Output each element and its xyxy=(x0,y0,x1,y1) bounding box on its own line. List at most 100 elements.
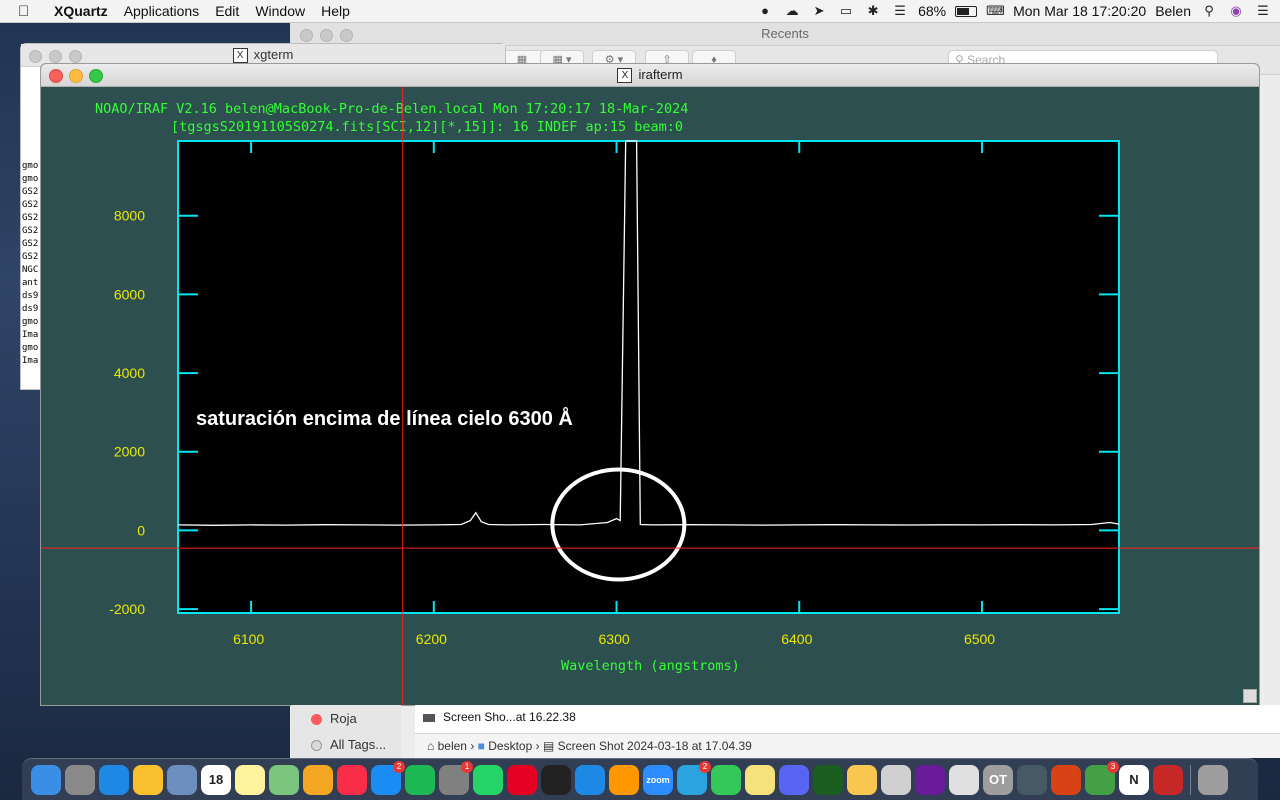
dock-photos-icon[interactable] xyxy=(303,764,333,795)
finder-minimize-button[interactable] xyxy=(320,29,333,42)
menu-window[interactable]: Window xyxy=(255,3,305,19)
telegram-status-icon[interactable]: ➤ xyxy=(810,3,828,19)
file-item[interactable]: Screen Sho...at 16.22.38 xyxy=(423,710,576,724)
resize-grip[interactable] xyxy=(1243,689,1257,703)
dock-notion-icon[interactable]: N xyxy=(1119,764,1149,795)
finder-content: Screen Sho...at 16.22.38 ⌂ belen › ■ Des… xyxy=(415,705,1280,758)
xgterm-minimize-button[interactable] xyxy=(49,50,62,63)
path-segment[interactable]: belen xyxy=(438,739,467,753)
spotlight-search-icon[interactable]: ⚲ xyxy=(1200,3,1218,19)
dock-sublime-icon[interactable] xyxy=(609,764,639,795)
dock-launchpad-icon[interactable] xyxy=(65,764,95,795)
battery-percent[interactable]: 68% xyxy=(918,3,946,19)
dock-script-app-icon[interactable] xyxy=(949,764,979,795)
dock-trash-icon[interactable] xyxy=(1198,764,1228,795)
terminal-line: GS2 xyxy=(22,213,39,223)
xgterm-output[interactable]: gmo gmo GS2 GS2 GS2 GS2 GS2 GS2 NGC ant ds9 ds9 gmo I… xyxy=(22,160,38,368)
terminal-line: GS2 xyxy=(22,187,39,197)
menu-help[interactable]: Help xyxy=(321,3,350,19)
y-tick-label: 6000 xyxy=(114,286,145,302)
tag-color-dot xyxy=(311,714,322,726)
dock-music-icon[interactable] xyxy=(337,764,367,795)
x11-icon: X xyxy=(232,48,248,64)
y-tick-labels: -2000 0 2000 4000 6000 8000 xyxy=(109,208,145,617)
plot-header-line2: [tgsgsS20191105S0274.fits[SCI,12][*,15]]… xyxy=(171,119,683,135)
tag-color-dot xyxy=(311,740,322,752)
finder-close-button[interactable] xyxy=(300,29,313,42)
dock-chrome-icon[interactable] xyxy=(133,764,163,795)
terminal-line: GS2 xyxy=(22,226,39,236)
airplay-icon[interactable]: ▭ xyxy=(837,3,855,19)
dock-preview-icon[interactable] xyxy=(167,764,197,795)
terminal-line: ant xyxy=(22,278,39,288)
dock-telescope-app-icon[interactable] xyxy=(1017,764,1047,795)
x-tick-labels: 6100 6200 6300 6400 6500 xyxy=(233,631,995,647)
dock-messages-icon[interactable] xyxy=(711,764,741,795)
dock-spotify-icon[interactable] xyxy=(405,764,435,795)
user-menu[interactable]: Belen xyxy=(1155,3,1191,19)
iraf-graphics-plot[interactable]: NOAO/IRAF V2.16 belen@MacBook-Pro-de-Bel… xyxy=(41,87,1259,705)
creative-cloud-icon[interactable]: ● xyxy=(756,3,774,19)
dock-activity-icon[interactable] xyxy=(813,764,843,795)
notification-badge: 3 xyxy=(1107,760,1119,773)
dock-microsoft-app-icon[interactable]: 3 xyxy=(1085,760,1119,795)
notification-badge: 2 xyxy=(393,760,405,773)
dock-ot-app-icon[interactable]: OT xyxy=(983,764,1013,795)
xgterm-zoom-button[interactable] xyxy=(69,50,82,63)
dock-safari-icon[interactable] xyxy=(99,764,129,795)
path-segment[interactable]: Desktop xyxy=(488,739,532,753)
terminal-line: gmo xyxy=(22,161,39,171)
dock-terminal-icon[interactable] xyxy=(541,764,571,795)
battery-icon[interactable] xyxy=(955,5,978,17)
irafterm-close-button[interactable] xyxy=(49,69,63,83)
xgterm-close-button[interactable] xyxy=(29,50,42,63)
sidebar-tag-roja[interactable]: Roja xyxy=(311,710,357,728)
wifi-icon[interactable]: ☰ xyxy=(891,3,909,19)
dock-stickies-icon[interactable] xyxy=(745,764,775,795)
dock-system-preferences-icon[interactable]: 1 xyxy=(439,760,473,795)
keyboard-icon[interactable]: ⌨ xyxy=(986,3,1005,19)
finder-zoom-button[interactable] xyxy=(340,29,353,42)
dock-discord-icon[interactable] xyxy=(779,764,809,795)
file-name: Screen Sho...at 16.22.38 xyxy=(443,710,576,724)
terminal-line: Ima xyxy=(22,330,39,340)
dock-galaxy-app-icon[interactable] xyxy=(915,764,945,795)
cloud-icon[interactable]: ☁ xyxy=(783,3,801,19)
apple-menu-icon[interactable]:  xyxy=(18,3,40,20)
path-segment[interactable]: Screen Shot 2024-03-18 at 17.04.39 xyxy=(558,739,752,753)
bluetooth-icon[interactable]: ✱ xyxy=(864,3,882,19)
sidebar-all-tags[interactable]: All Tags... xyxy=(311,736,386,754)
dock-whatsapp-icon[interactable] xyxy=(473,764,503,795)
dock-pinterest-icon[interactable] xyxy=(507,764,537,795)
dock-notes-icon[interactable] xyxy=(235,764,265,795)
clock[interactable]: Mon Mar 18 17:20:20 xyxy=(1013,3,1146,19)
app-menu[interactable]: XQuartz xyxy=(54,3,108,19)
dock-zoom-icon[interactable]: zoom xyxy=(643,764,673,795)
dock-cat-app-icon[interactable] xyxy=(847,764,877,795)
x11-icon: X xyxy=(617,68,633,84)
plot-frame xyxy=(177,140,1120,614)
dock-calendar-icon[interactable]: 18 xyxy=(201,764,231,795)
irafterm-titlebar[interactable]: Xirafterm xyxy=(41,64,1259,87)
irafterm-zoom-button[interactable] xyxy=(89,69,103,83)
dock-maps-icon[interactable] xyxy=(269,764,299,795)
menu-applications[interactable]: Applications xyxy=(124,3,200,19)
menu-edit[interactable]: Edit xyxy=(215,3,239,19)
dock-telegram-icon[interactable]: 2 xyxy=(677,760,711,795)
dock-compass-app-icon[interactable] xyxy=(1051,764,1081,795)
siri-icon[interactable]: ◉ xyxy=(1227,3,1245,19)
notification-center-icon[interactable]: ☰ xyxy=(1254,3,1272,19)
y-tick-label: 0 xyxy=(137,522,145,538)
dock-vscode-icon[interactable] xyxy=(575,764,605,795)
dock-textedit-icon[interactable] xyxy=(881,764,911,795)
plot-header-line1: NOAO/IRAF V2.16 belen@MacBook-Pro-de-Bel… xyxy=(95,101,688,117)
saturation-annotation: saturación encima de línea cielo 6300 Å xyxy=(196,406,573,430)
notification-badge: 2 xyxy=(699,760,711,773)
xgterm-title: xgterm xyxy=(253,47,294,62)
irafterm-minimize-button[interactable] xyxy=(69,69,83,83)
dock-app-store-icon[interactable]: 2 xyxy=(371,760,405,795)
dock-photo-booth-icon[interactable] xyxy=(1153,764,1183,795)
notification-badge: 1 xyxy=(461,760,473,773)
x-tick-label: 6300 xyxy=(599,631,630,647)
dock-finder-icon[interactable] xyxy=(31,764,61,795)
